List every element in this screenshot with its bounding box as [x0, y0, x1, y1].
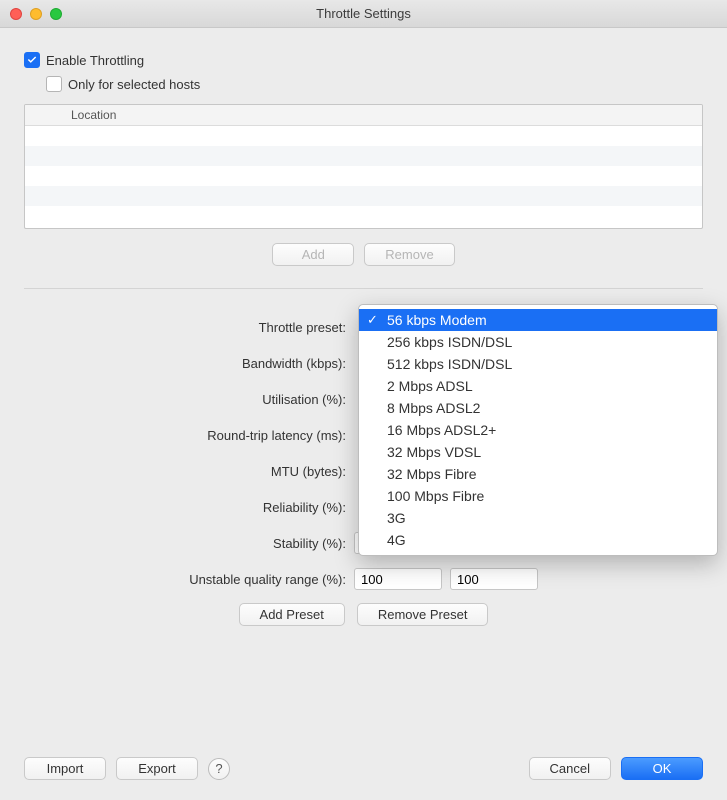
preset-option[interactable]: 56 kbps Modem	[359, 309, 717, 331]
help-button[interactable]: ?	[208, 758, 230, 780]
import-button[interactable]: Import	[24, 757, 106, 780]
cancel-button[interactable]: Cancel	[529, 757, 611, 780]
reliability-label: Reliability (%):	[24, 500, 354, 515]
latency-label: Round-trip latency (ms):	[24, 428, 354, 443]
unstable-high-input[interactable]	[450, 568, 538, 590]
mtu-label: MTU (bytes):	[24, 464, 354, 479]
preset-option[interactable]: 32 Mbps VDSL	[359, 441, 717, 463]
add-host-button[interactable]: Add	[272, 243, 354, 266]
remove-host-button[interactable]: Remove	[364, 243, 454, 266]
hosts-table-body[interactable]	[25, 126, 702, 229]
window-title: Throttle Settings	[10, 6, 717, 21]
preset-option[interactable]: 256 kbps ISDN/DSL	[359, 331, 717, 353]
preset-label: Throttle preset:	[24, 320, 354, 335]
section-divider	[24, 288, 703, 289]
bandwidth-label: Bandwidth (kbps):	[24, 356, 354, 371]
preset-option[interactable]: 3G	[359, 507, 717, 529]
only-selected-row: Only for selected hosts	[46, 76, 703, 92]
hosts-table: Location	[24, 104, 703, 229]
maximize-icon[interactable]	[50, 8, 62, 20]
remove-preset-button[interactable]: Remove Preset	[357, 603, 489, 626]
preset-option[interactable]: 2 Mbps ADSL	[359, 375, 717, 397]
close-icon[interactable]	[10, 8, 22, 20]
dialog-footer: Import Export ? Cancel OK	[0, 757, 727, 780]
unstable-low-input[interactable]	[354, 568, 442, 590]
only-selected-checkbox[interactable]	[46, 76, 62, 92]
add-preset-button[interactable]: Add Preset	[239, 603, 345, 626]
throttle-form: Throttle preset: Bandwidth (kbps): Utili…	[24, 309, 703, 626]
enable-throttling-row: Enable Throttling	[24, 52, 703, 68]
enable-throttling-checkbox[interactable]	[24, 52, 40, 68]
enable-throttling-label: Enable Throttling	[46, 53, 144, 68]
preset-option[interactable]: 512 kbps ISDN/DSL	[359, 353, 717, 375]
export-button[interactable]: Export	[116, 757, 198, 780]
only-selected-label: Only for selected hosts	[68, 77, 200, 92]
ok-button[interactable]: OK	[621, 757, 703, 780]
preset-option[interactable]: 16 Mbps ADSL2+	[359, 419, 717, 441]
preset-option[interactable]: 100 Mbps Fibre	[359, 485, 717, 507]
preset-option[interactable]: 32 Mbps Fibre	[359, 463, 717, 485]
window-controls	[10, 8, 62, 20]
utilisation-label: Utilisation (%):	[24, 392, 354, 407]
minimize-icon[interactable]	[30, 8, 42, 20]
stability-label: Stability (%):	[24, 536, 354, 551]
preset-option[interactable]: 4G	[359, 529, 717, 551]
preset-dropdown[interactable]: 56 kbps Modem256 kbps ISDN/DSL512 kbps I…	[358, 304, 718, 556]
preset-option[interactable]: 8 Mbps ADSL2	[359, 397, 717, 419]
hosts-buttons: Add Remove	[24, 243, 703, 266]
hosts-table-header: Location	[25, 105, 702, 126]
titlebar: Throttle Settings	[0, 0, 727, 28]
unstable-label: Unstable quality range (%):	[24, 572, 354, 587]
